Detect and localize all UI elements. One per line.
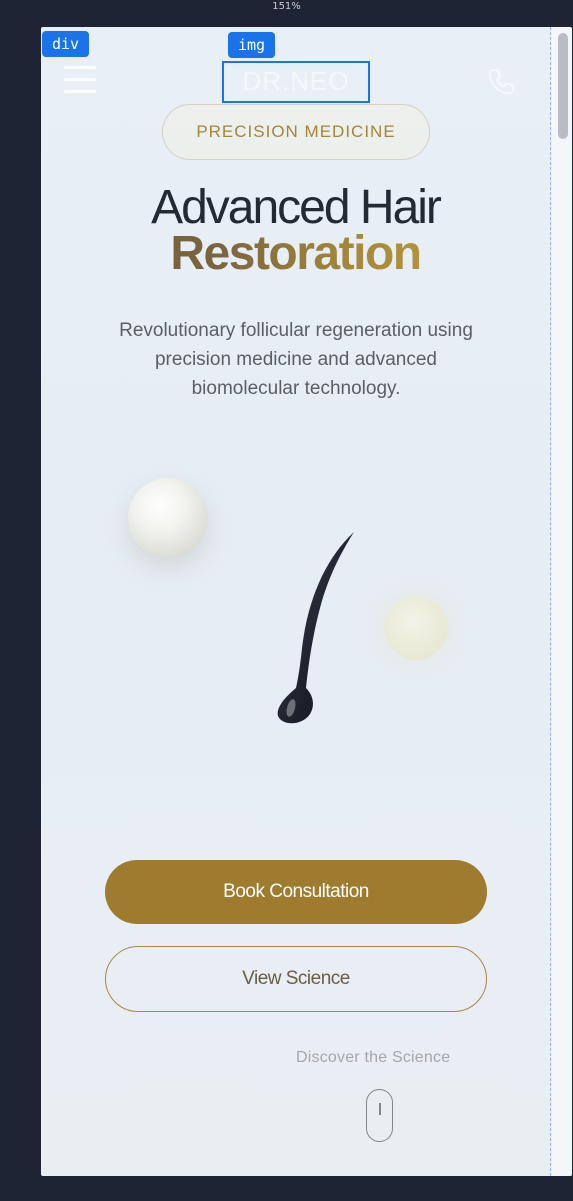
hero-subtitle: Revolutionary follicular regeneration us… bbox=[119, 320, 473, 399]
pearl-decoration-small bbox=[384, 596, 448, 660]
discover-the-science-label[interactable]: Discover the Science bbox=[296, 1049, 466, 1067]
devtools-div-tag: div bbox=[42, 31, 90, 57]
hamburger-menu-icon[interactable] bbox=[64, 66, 96, 94]
zoom-level-label: 151% bbox=[272, 1, 301, 12]
precision-medicine-badge: PRECISION MEDICINE bbox=[162, 104, 430, 160]
phone-icon[interactable] bbox=[485, 66, 517, 98]
hair-strand-illustration bbox=[277, 532, 354, 724]
img-highlight-outline bbox=[222, 61, 370, 103]
book-consultation-button[interactable]: Book Consultation bbox=[105, 860, 487, 924]
scroll-mouse-icon[interactable] bbox=[366, 1089, 393, 1142]
viewport-scrollbar[interactable] bbox=[552, 27, 572, 1176]
pearl-decoration-large bbox=[128, 478, 208, 558]
scrollbar-thumb[interactable] bbox=[558, 33, 568, 139]
layout-guide-line bbox=[550, 27, 551, 1176]
headline-line-2: Restoration bbox=[41, 226, 550, 281]
devtools-img-tag: img bbox=[228, 32, 276, 58]
view-science-button[interactable]: View Science bbox=[105, 946, 487, 1012]
mouse-wheel-indicator bbox=[379, 1103, 381, 1115]
